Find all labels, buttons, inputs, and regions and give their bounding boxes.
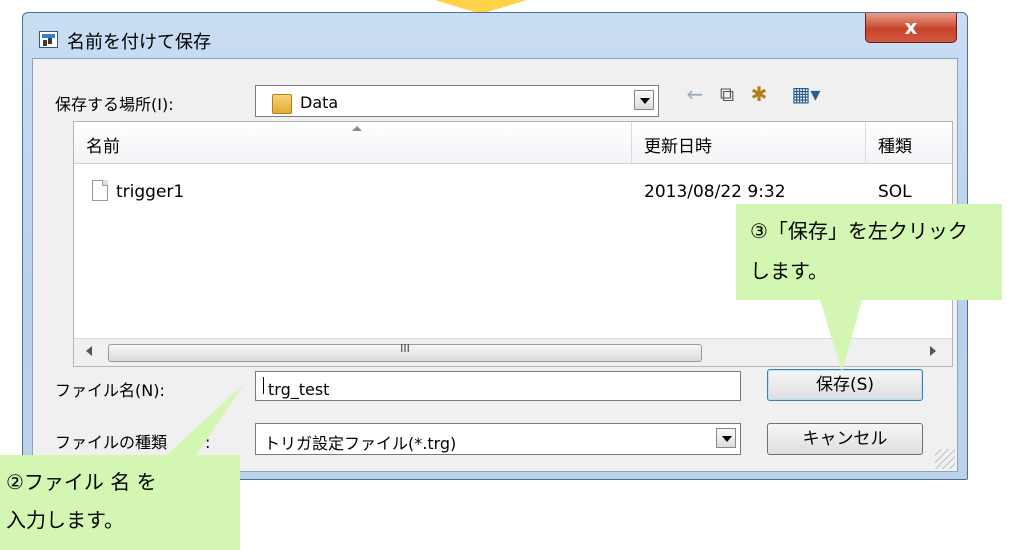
save-callout-line2: します。: [750, 259, 828, 283]
filename-callout-line2: 入力します。: [6, 508, 124, 532]
save-callout-tail: [820, 300, 862, 372]
save-callout-line1: ③「保存」を左クリック: [750, 219, 968, 243]
filename-callout: ②ファイル 名 を 入力します。: [0, 455, 240, 550]
screenshot-stage: 名前を付けて保存 x 保存する場所(I): Data ← ⧉ ✱ ▦▾ 名前 更…: [0, 0, 1024, 550]
save-callout: ③「保存」を左クリック します。: [736, 204, 1002, 300]
filename-callout-line1: ②ファイル 名 を: [6, 470, 157, 494]
